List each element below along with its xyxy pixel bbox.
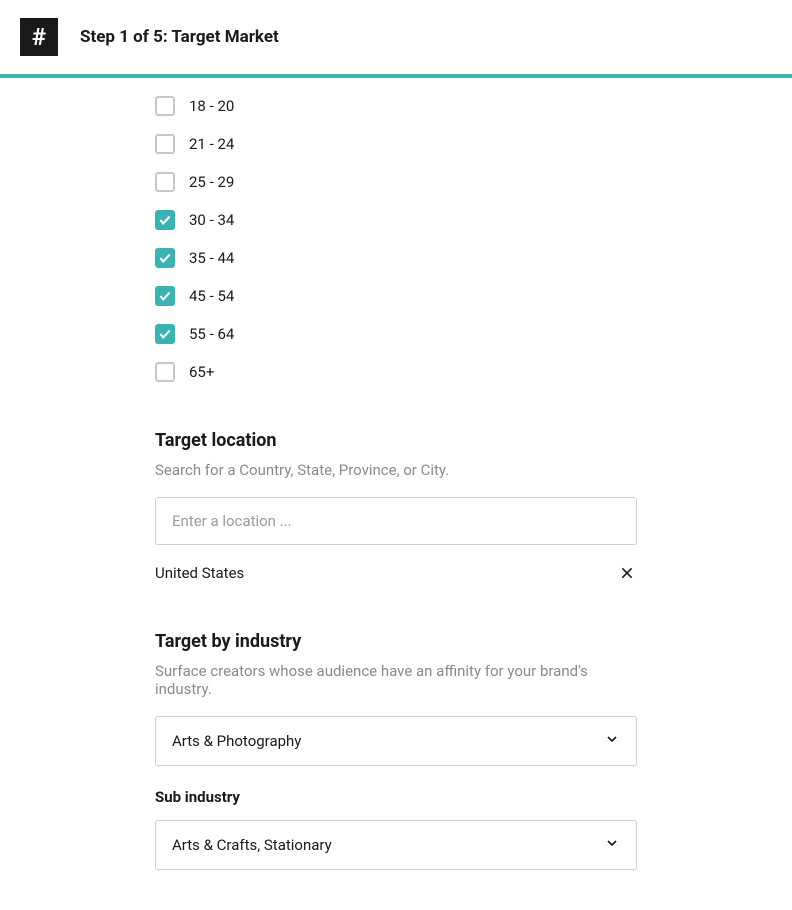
checkbox-box[interactable] (155, 134, 175, 154)
location-subtitle: Search for a Country, State, Province, o… (155, 461, 637, 479)
checkbox-label: 65+ (189, 363, 214, 381)
age-checkbox-item[interactable]: 65+ (155, 362, 637, 382)
industry-subtitle: Surface creators whose audience have an … (155, 662, 637, 698)
industry-section: Target by industry Surface creators whos… (155, 631, 637, 870)
checkbox-label: 45 - 54 (189, 287, 234, 305)
checkbox-box[interactable] (155, 96, 175, 116)
age-checkbox-item[interactable]: 25 - 29 (155, 172, 637, 192)
age-range-list: 18 - 20 21 - 24 25 - 29 30 - 34 35 - 44 45 - … (155, 96, 637, 382)
remove-location-button[interactable] (617, 563, 637, 583)
industry-select-value: Arts & Photography (172, 732, 301, 750)
age-checkbox-item[interactable]: 45 - 54 (155, 286, 637, 306)
checkbox-label: 18 - 20 (189, 97, 234, 115)
checkbox-box[interactable] (155, 210, 175, 230)
check-icon (158, 327, 172, 341)
page-header: # Step 1 of 5: Target Market (0, 0, 792, 74)
logo: # (20, 18, 58, 56)
check-icon (158, 251, 172, 265)
checkbox-box[interactable] (155, 286, 175, 306)
checkbox-label: 30 - 34 (189, 211, 234, 229)
sub-industry-select-wrapper: Arts & Crafts, Stationary (155, 820, 637, 870)
checkbox-label: 35 - 44 (189, 249, 234, 267)
checkbox-box[interactable] (155, 362, 175, 382)
close-icon (619, 565, 635, 581)
main-content: 18 - 20 21 - 24 25 - 29 30 - 34 35 - 44 45 - … (0, 78, 792, 910)
sub-industry-select-value: Arts & Crafts, Stationary (172, 836, 332, 854)
age-checkbox-item[interactable]: 35 - 44 (155, 248, 637, 268)
chevron-down-icon (604, 731, 620, 751)
checkbox-label: 25 - 29 (189, 173, 234, 191)
industry-title: Target by industry (155, 631, 637, 652)
chevron-down-icon (604, 835, 620, 855)
location-chip: United States (155, 563, 637, 583)
age-checkbox-item[interactable]: 21 - 24 (155, 134, 637, 154)
age-checkbox-item[interactable]: 55 - 64 (155, 324, 637, 344)
age-checkbox-item[interactable]: 18 - 20 (155, 96, 637, 116)
location-section: Target location Search for a Country, St… (155, 430, 637, 583)
location-title: Target location (155, 430, 637, 451)
checkbox-label: 21 - 24 (189, 135, 234, 153)
check-icon (158, 213, 172, 227)
check-icon (158, 289, 172, 303)
sub-industry-label: Sub industry (155, 788, 637, 806)
step-title: Step 1 of 5: Target Market (80, 27, 279, 47)
sub-industry-select[interactable]: Arts & Crafts, Stationary (155, 820, 637, 870)
checkbox-label: 55 - 64 (189, 325, 234, 343)
location-input[interactable] (155, 497, 637, 545)
industry-select[interactable]: Arts & Photography (155, 716, 637, 766)
checkbox-box[interactable] (155, 172, 175, 192)
logo-glyph: # (32, 23, 46, 51)
location-chip-label: United States (155, 564, 244, 582)
checkbox-box[interactable] (155, 324, 175, 344)
industry-select-wrapper: Arts & Photography (155, 716, 637, 766)
age-checkbox-item[interactable]: 30 - 34 (155, 210, 637, 230)
checkbox-box[interactable] (155, 248, 175, 268)
